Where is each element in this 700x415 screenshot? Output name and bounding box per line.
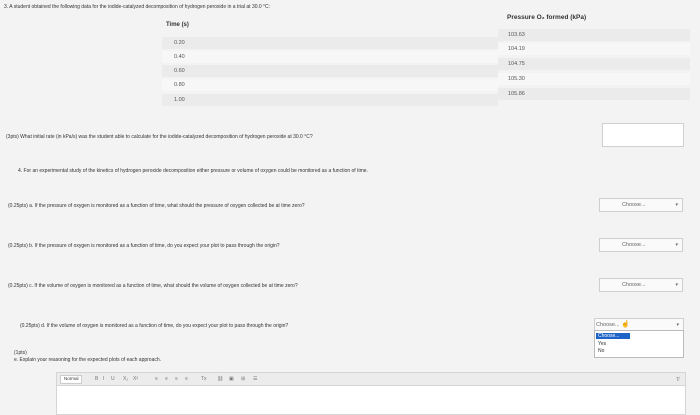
dropdown-option-no[interactable]: No — [596, 348, 606, 354]
cursor-icon: ☝ — [621, 321, 630, 328]
clear-format-button[interactable]: Tx — [201, 376, 207, 382]
part-c-select[interactable]: Choose... ▾ — [599, 278, 683, 292]
justify-button[interactable]: ≡ — [185, 376, 188, 382]
table-cell-pressure: 104.19 — [508, 46, 525, 52]
table-cell-time: 0.80 — [174, 82, 185, 88]
superscript-button[interactable]: X² — [133, 376, 138, 382]
table-cell-time: 1.00 — [174, 97, 185, 103]
align-left-button[interactable]: ≡ — [155, 376, 158, 382]
initial-rate-answer-input[interactable] — [602, 123, 684, 147]
link-icon[interactable]: ⛓ — [217, 376, 223, 382]
format-select[interactable]: Normal — [60, 375, 82, 384]
part-c-select-value: Choose... — [622, 282, 646, 288]
part-d-select-value: Choose... — [596, 322, 620, 328]
table-cell-pressure: 103.63 — [508, 32, 525, 38]
underline-button[interactable]: U — [111, 376, 115, 382]
align-center-button[interactable]: ≡ — [165, 376, 168, 382]
part-e-prompt: e. Explain your reasoning for the expect… — [14, 357, 162, 363]
table-header-time: Time (s) — [166, 22, 189, 28]
table-header-pressure: Pressure O₂ formed (kPa) — [507, 14, 587, 21]
table-cell-time: 0.40 — [174, 54, 185, 60]
table-cell-time: 0.20 — [174, 40, 185, 46]
initial-rate-prompt: (3pts) What initial rate (in kPa/s) was … — [6, 134, 313, 140]
chevron-down-icon: ▾ — [676, 322, 679, 328]
part-a-select-value: Choose... — [622, 202, 646, 208]
question-4-intro: 4. For an experimental study of the kine… — [18, 168, 368, 174]
part-b-select-value: Choose... — [622, 242, 646, 248]
table-cell-pressure: 105.30 — [508, 76, 525, 82]
part-b-text: (0.25pts) b. If the pressure of oxygen i… — [8, 243, 280, 249]
data-table: Time (s) Pressure O₂ formed (kPa) 0.20 0… — [0, 0, 700, 112]
part-d-text: (0.25pts) d. If the volume of oxygen is … — [20, 323, 289, 329]
bold-button[interactable]: B — [95, 376, 98, 382]
explanation-editor[interactable] — [56, 386, 686, 415]
dropdown-list: Choose... Yes No — [594, 330, 684, 358]
part-a-select[interactable]: Choose... ▾ — [599, 198, 683, 212]
table-cell-time: 0.60 — [174, 68, 185, 74]
chevron-down-icon: ▾ — [675, 202, 678, 208]
table-cell-pressure: 105.86 — [508, 91, 525, 97]
dropdown-option-yes[interactable]: Yes — [596, 341, 608, 347]
part-a-text: (0.25pts) a. If the pressure of oxygen i… — [8, 203, 305, 209]
image-icon[interactable]: ▣ — [229, 376, 234, 382]
align-right-button[interactable]: ≡ — [175, 376, 178, 382]
editor-toolbar: Normal B I U X₂ X² ≡ ≡ ≡ ≡ Tx ⛓ ▣ ⊞ ☰ — [56, 372, 686, 386]
part-e-points: (1pts) — [14, 350, 27, 356]
format-select-value: Normal — [64, 376, 79, 381]
part-b-select[interactable]: Choose... ▾ — [599, 238, 683, 252]
chevron-down-icon: ▾ — [675, 282, 678, 288]
subscript-button[interactable]: X₂ — [123, 376, 128, 382]
clear-format-icon[interactable]: T̸ — [676, 377, 679, 383]
italic-button[interactable]: I — [103, 376, 104, 382]
table-cell-pressure: 104.75 — [508, 61, 525, 67]
list-icon[interactable]: ☰ — [253, 376, 257, 382]
table-icon[interactable]: ⊞ — [241, 376, 245, 382]
chevron-down-icon: ▾ — [675, 242, 678, 248]
part-c-text: (0.25pts) c. If the volume of oxygen is … — [8, 283, 298, 289]
dropdown-option-choose[interactable]: Choose... — [596, 333, 630, 339]
